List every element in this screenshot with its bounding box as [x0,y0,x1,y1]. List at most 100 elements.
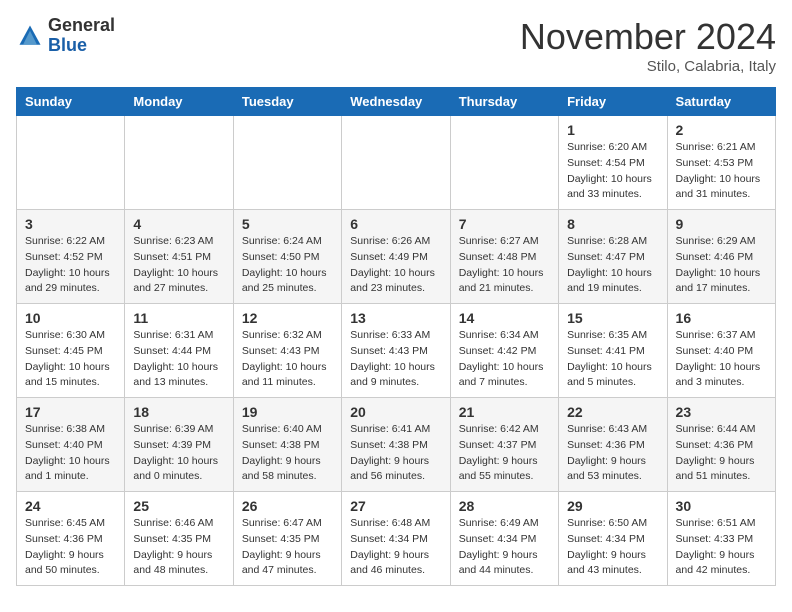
day-number: 7 [459,216,550,232]
day-number: 1 [567,122,658,138]
day-number: 28 [459,498,550,514]
day-info: Sunrise: 6:46 AM Sunset: 4:35 PM Dayligh… [133,516,224,579]
day-number: 29 [567,498,658,514]
calendar-table: SundayMondayTuesdayWednesdayThursdayFrid… [16,87,776,586]
day-info: Sunrise: 6:30 AM Sunset: 4:45 PM Dayligh… [25,328,116,391]
day-number: 12 [242,310,333,326]
day-info: Sunrise: 6:28 AM Sunset: 4:47 PM Dayligh… [567,234,658,297]
calendar-cell [233,116,341,210]
day-number: 10 [25,310,116,326]
calendar-cell: 25Sunrise: 6:46 AM Sunset: 4:35 PM Dayli… [125,492,233,586]
calendar-cell [450,116,558,210]
day-number: 23 [676,404,767,420]
day-number: 20 [350,404,441,420]
calendar-cell: 13 Sunrise: 6:33 AM Sunset: 4:43 PM Dayli… [342,304,450,398]
week-row-3: 10 Sunrise: 6:30 AM Sunset: 4:45 PM Dayli… [17,304,776,398]
day-number: 26 [242,498,333,514]
calendar-cell: 19 Sunrise: 6:40 AM Sunset: 4:38 PM Dayli… [233,398,341,492]
day-info: Sunrise: 6:20 AM Sunset: 4:54 PM Dayligh… [567,140,658,203]
day-info: Sunrise: 6:41 AM Sunset: 4:38 PM Dayligh… [350,422,441,485]
day-number: 8 [567,216,658,232]
day-number: 4 [133,216,224,232]
day-number: 11 [133,310,224,326]
logo-blue: Blue [48,35,87,55]
calendar-cell: 4 Sunrise: 6:23 AM Sunset: 4:51 PM Daylig… [125,210,233,304]
day-info: Sunrise: 6:49 AM Sunset: 4:34 PM Dayligh… [459,516,550,579]
calendar-cell: 17 Sunrise: 6:38 AM Sunset: 4:40 PM Dayli… [17,398,125,492]
calendar-cell [17,116,125,210]
calendar-cell: 1 Sunrise: 6:20 AM Sunset: 4:54 PM Daylig… [559,116,667,210]
logo-text: General Blue [48,16,115,56]
day-number: 13 [350,310,441,326]
day-info: Sunrise: 6:48 AM Sunset: 4:34 PM Dayligh… [350,516,441,579]
day-info: Sunrise: 6:37 AM Sunset: 4:40 PM Dayligh… [676,328,767,391]
day-info: Sunrise: 6:38 AM Sunset: 4:40 PM Dayligh… [25,422,116,485]
day-info: Sunrise: 6:40 AM Sunset: 4:38 PM Dayligh… [242,422,333,485]
day-number: 16 [676,310,767,326]
week-row-1: 1 Sunrise: 6:20 AM Sunset: 4:54 PM Daylig… [17,116,776,210]
day-header-friday: Friday [559,88,667,116]
logo: General Blue [16,16,115,56]
day-info: Sunrise: 6:24 AM Sunset: 4:50 PM Dayligh… [242,234,333,297]
day-info: Sunrise: 6:35 AM Sunset: 4:41 PM Dayligh… [567,328,658,391]
day-info: Sunrise: 6:34 AM Sunset: 4:42 PM Dayligh… [459,328,550,391]
header-row: SundayMondayTuesdayWednesdayThursdayFrid… [17,88,776,116]
day-info: Sunrise: 6:50 AM Sunset: 4:34 PM Dayligh… [567,516,658,579]
day-number: 30 [676,498,767,514]
calendar-cell: 3 Sunrise: 6:22 AM Sunset: 4:52 PM Daylig… [17,210,125,304]
day-number: 14 [459,310,550,326]
calendar-cell: 8 Sunrise: 6:28 AM Sunset: 4:47 PM Daylig… [559,210,667,304]
day-info: Sunrise: 6:22 AM Sunset: 4:52 PM Dayligh… [25,234,116,297]
calendar-cell: 12 Sunrise: 6:32 AM Sunset: 4:43 PM Dayli… [233,304,341,398]
calendar-cell: 24Sunrise: 6:45 AM Sunset: 4:36 PM Dayli… [17,492,125,586]
calendar-cell: 11Sunrise: 6:31 AM Sunset: 4:44 PM Dayli… [125,304,233,398]
day-header-saturday: Saturday [667,88,775,116]
location-subtitle: Stilo, Calabria, Italy [520,58,776,75]
day-header-monday: Monday [125,88,233,116]
day-number: 5 [242,216,333,232]
day-header-sunday: Sunday [17,88,125,116]
calendar-cell: 6Sunrise: 6:26 AM Sunset: 4:49 PM Daylig… [342,210,450,304]
day-number: 2 [676,122,767,138]
day-number: 24 [25,498,116,514]
day-header-wednesday: Wednesday [342,88,450,116]
calendar-cell: 23 Sunrise: 6:44 AM Sunset: 4:36 PM Dayli… [667,398,775,492]
month-title: November 2024 [520,16,776,58]
calendar-cell: 15 Sunrise: 6:35 AM Sunset: 4:41 PM Dayli… [559,304,667,398]
day-number: 17 [25,404,116,420]
week-row-4: 17 Sunrise: 6:38 AM Sunset: 4:40 PM Dayli… [17,398,776,492]
day-number: 3 [25,216,116,232]
calendar-cell: 2 Sunrise: 6:21 AM Sunset: 4:53 PM Daylig… [667,116,775,210]
day-info: Sunrise: 6:33 AM Sunset: 4:43 PM Dayligh… [350,328,441,391]
day-info: Sunrise: 6:21 AM Sunset: 4:53 PM Dayligh… [676,140,767,203]
logo-general: General [48,15,115,35]
title-block: November 2024 Stilo, Calabria, Italy [520,16,776,75]
day-number: 22 [567,404,658,420]
calendar-cell: 14 Sunrise: 6:34 AM Sunset: 4:42 PM Dayli… [450,304,558,398]
day-number: 9 [676,216,767,232]
day-info: Sunrise: 6:23 AM Sunset: 4:51 PM Dayligh… [133,234,224,297]
calendar-cell: 21 Sunrise: 6:42 AM Sunset: 4:37 PM Dayli… [450,398,558,492]
day-info: Sunrise: 6:43 AM Sunset: 4:36 PM Dayligh… [567,422,658,485]
day-info: Sunrise: 6:42 AM Sunset: 4:37 PM Dayligh… [459,422,550,485]
day-info: Sunrise: 6:44 AM Sunset: 4:36 PM Dayligh… [676,422,767,485]
week-row-5: 24Sunrise: 6:45 AM Sunset: 4:36 PM Dayli… [17,492,776,586]
day-info: Sunrise: 6:47 AM Sunset: 4:35 PM Dayligh… [242,516,333,579]
day-number: 15 [567,310,658,326]
day-info: Sunrise: 6:29 AM Sunset: 4:46 PM Dayligh… [676,234,767,297]
calendar-cell: 5 Sunrise: 6:24 AM Sunset: 4:50 PM Daylig… [233,210,341,304]
calendar-cell [125,116,233,210]
calendar-cell: 22 Sunrise: 6:43 AM Sunset: 4:36 PM Dayli… [559,398,667,492]
day-info: Sunrise: 6:32 AM Sunset: 4:43 PM Dayligh… [242,328,333,391]
calendar-cell: 20 Sunrise: 6:41 AM Sunset: 4:38 PM Dayli… [342,398,450,492]
week-row-2: 3 Sunrise: 6:22 AM Sunset: 4:52 PM Daylig… [17,210,776,304]
logo-icon [16,22,44,50]
day-number: 21 [459,404,550,420]
calendar-cell: 30 Sunrise: 6:51 AM Sunset: 4:33 PM Dayli… [667,492,775,586]
calendar-cell: 16 Sunrise: 6:37 AM Sunset: 4:40 PM Dayli… [667,304,775,398]
day-header-thursday: Thursday [450,88,558,116]
day-number: 19 [242,404,333,420]
calendar-cell: 27Sunrise: 6:48 AM Sunset: 4:34 PM Dayli… [342,492,450,586]
calendar-cell: 7Sunrise: 6:27 AM Sunset: 4:48 PM Daylig… [450,210,558,304]
day-info: Sunrise: 6:51 AM Sunset: 4:33 PM Dayligh… [676,516,767,579]
